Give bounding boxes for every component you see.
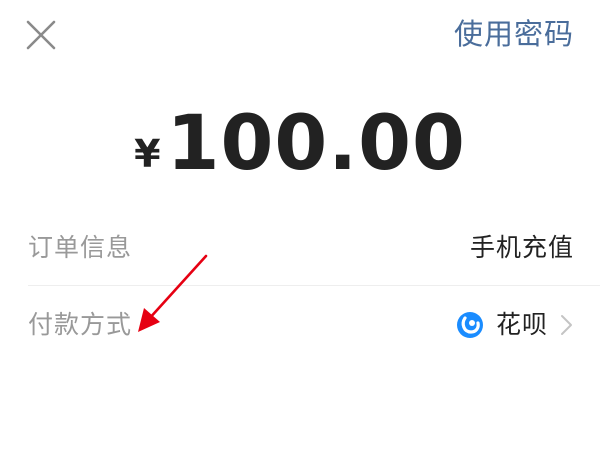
order-info-value: 手机充值 <box>469 233 574 262</box>
order-info-label: 订单信息 <box>28 233 133 262</box>
order-info-row: 订单信息 手机充值 <box>28 228 574 268</box>
red-arrow-annotation <box>138 254 208 332</box>
close-button[interactable] <box>24 18 58 52</box>
payment-method-label: 付款方式 <box>28 310 133 339</box>
payment-method-selector[interactable]: 花呗 <box>456 305 574 345</box>
close-icon <box>26 20 56 50</box>
top-bar: 使用密码 <box>0 0 600 70</box>
currency-symbol: ¥ <box>134 132 161 176</box>
payment-amount: ¥100.00 <box>0 98 600 188</box>
payment-method-row[interactable]: 付款方式 花呗 <box>28 305 574 345</box>
chevron-right-icon <box>561 315 572 335</box>
huabei-icon <box>456 312 483 338</box>
payment-method-name: 花呗 <box>495 310 548 339</box>
amount-value: 100.00 <box>166 98 466 187</box>
divider <box>28 285 600 286</box>
use-password-link[interactable]: 使用密码 <box>454 14 574 54</box>
